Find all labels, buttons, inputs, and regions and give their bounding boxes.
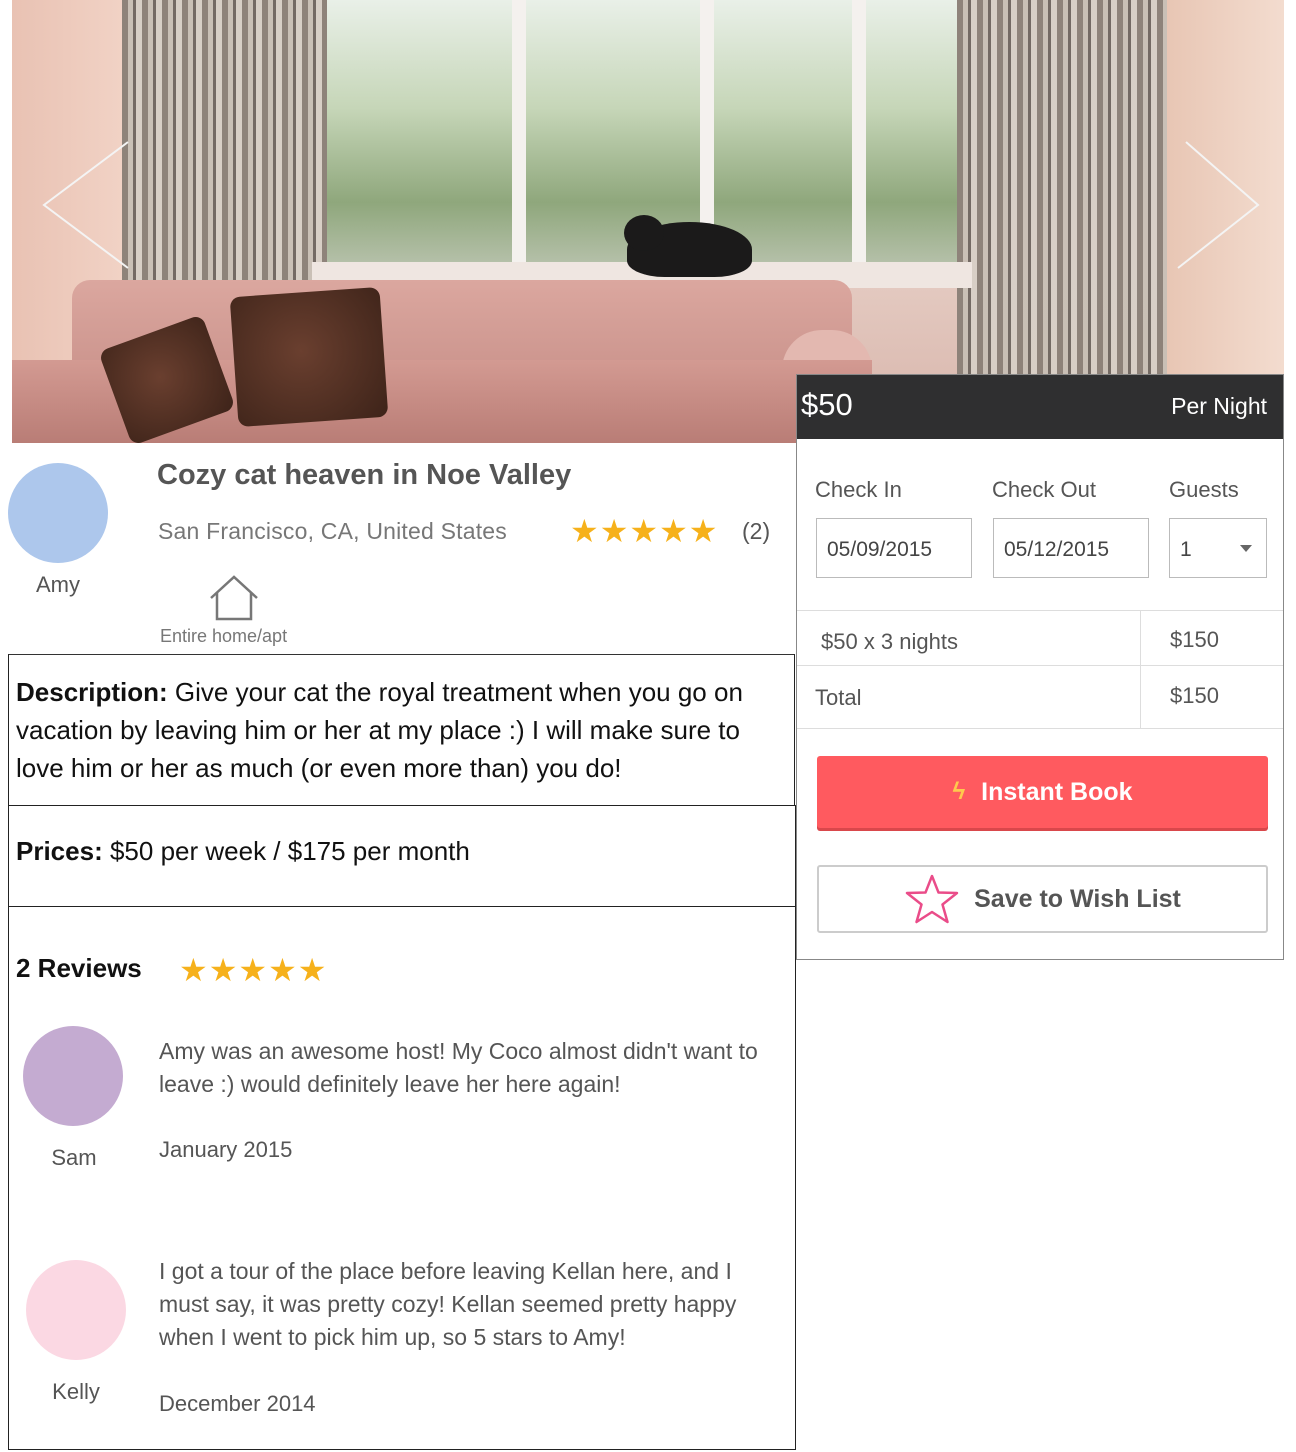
review-text: I got a tour of the place before leaving… <box>159 1258 737 1350</box>
listing-location[interactable]: San Francisco, CA, United States <box>158 518 507 545</box>
divider <box>797 665 1283 666</box>
reviews-section: 2 Reviews ★★★★★ Sam Amy was an awesome h… <box>8 906 796 1450</box>
reviewer-avatar[interactable] <box>23 1026 123 1126</box>
total-value: $150 <box>1170 683 1219 708</box>
booking-panel-header: $50 Per Night <box>797 375 1283 439</box>
reviewer-avatar[interactable] <box>26 1260 126 1360</box>
chevron-left-icon[interactable] <box>40 140 132 270</box>
prices-label: Prices: <box>16 836 103 866</box>
nightly-breakdown: $50 x 3 nights <box>821 629 958 654</box>
photo-cat-head <box>624 215 664 251</box>
host-avatar[interactable] <box>8 463 108 563</box>
guests-select[interactable]: 1 <box>1169 518 1267 578</box>
room-type-label: Entire home/apt <box>160 626 288 646</box>
nightly-price: $50 <box>801 387 853 422</box>
reviews-heading: 2 Reviews <box>16 953 142 983</box>
price-unit: Per Night <box>1171 393 1267 419</box>
review-date: December 2014 <box>159 1391 316 1416</box>
check-out-label: Check Out <box>992 477 1096 502</box>
chevron-down-icon <box>1240 545 1252 552</box>
save-to-wishlist-button[interactable]: Save to Wish List <box>817 865 1268 933</box>
lightning-bolt-icon: ϟ <box>952 778 966 805</box>
description-text: Description: Give your cat the royal tre… <box>16 673 786 787</box>
photo-window-frame <box>512 0 526 270</box>
description-label: Description: <box>16 677 168 707</box>
instant-book-button[interactable]: ϟ Instant Book <box>817 756 1268 828</box>
listing-review-count[interactable]: (2) <box>742 518 770 545</box>
chevron-right-icon[interactable] <box>1172 140 1264 270</box>
save-to-wishlist-label: Save to Wish List <box>974 884 1181 913</box>
photo-window-frame <box>852 0 866 270</box>
listing-rating-stars: ★★★★★ <box>570 513 719 549</box>
listing-title: Cozy cat heaven in Noe Valley <box>157 459 572 491</box>
check-in-label: Check In <box>815 477 902 502</box>
prices-section: Prices: $50 per week / $175 per month <box>8 805 796 907</box>
review-text: Amy was an awesome host! My Coco almost … <box>159 1038 758 1097</box>
divider <box>1140 610 1141 728</box>
photo-curtain <box>957 0 1167 380</box>
prices-text: Prices: $50 per week / $175 per month <box>16 836 470 867</box>
star-outline-icon <box>905 874 959 924</box>
divider <box>797 610 1283 611</box>
reviewer-name[interactable]: Kelly <box>21 1379 131 1405</box>
description-section: Description: Give your cat the royal tre… <box>8 654 795 806</box>
prices-body: $50 per week / $175 per month <box>109 836 470 866</box>
check-out-field[interactable]: 05/12/2015 <box>993 518 1149 578</box>
booking-panel: $50 Per Night Check In Check Out Guests … <box>796 374 1284 960</box>
nightly-subtotal: $150 <box>1170 627 1219 652</box>
divider <box>797 728 1283 729</box>
guests-label: Guests <box>1169 477 1239 502</box>
reviews-rating-stars: ★★★★★ <box>179 952 328 988</box>
instant-book-label: Instant Book <box>981 777 1133 806</box>
reviewer-name[interactable]: Sam <box>19 1145 129 1171</box>
guests-value: 1 <box>1180 538 1192 561</box>
photo-pillow <box>229 286 389 428</box>
review-date: January 2015 <box>159 1137 293 1162</box>
total-label: Total <box>815 685 862 710</box>
host-name[interactable]: Amy <box>8 572 108 598</box>
check-in-field[interactable]: 05/09/2015 <box>816 518 972 578</box>
home-icon <box>210 575 258 621</box>
